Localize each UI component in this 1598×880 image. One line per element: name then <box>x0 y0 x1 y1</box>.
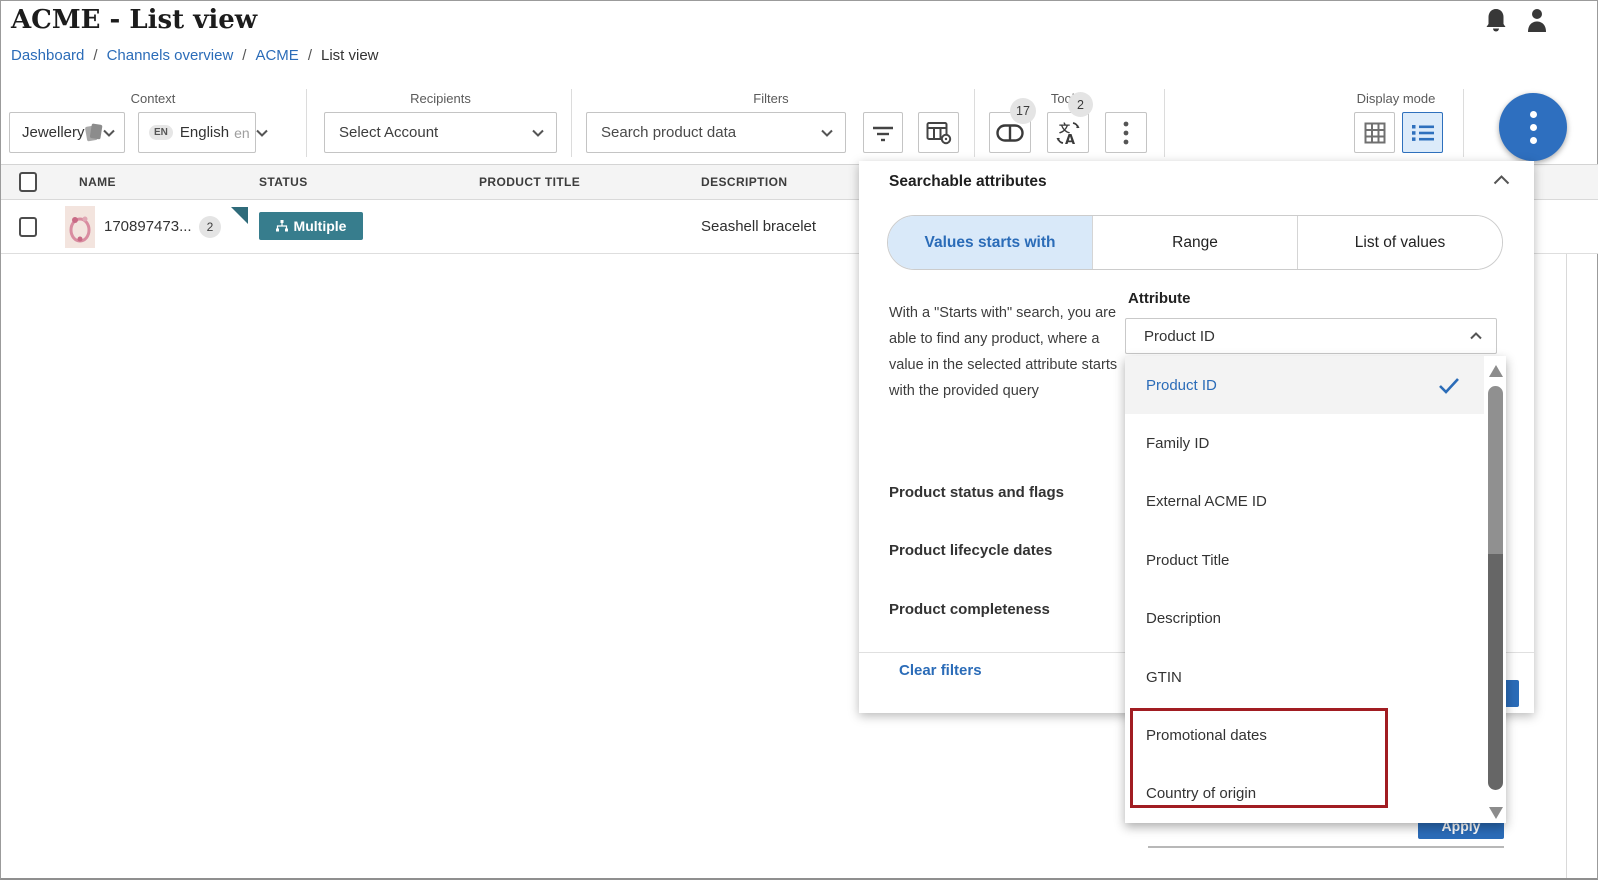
scrollbar-thumb-lower[interactable] <box>1488 554 1503 790</box>
search-mode-tabs: Values starts with Range List of values <box>887 215 1503 270</box>
context-group-label: Context <box>9 91 297 106</box>
select-all-checkbox[interactable] <box>19 172 37 192</box>
attribute-option-description[interactable]: Description <box>1125 590 1484 648</box>
attribute-option-external-acme-id[interactable]: External ACME ID <box>1125 473 1484 531</box>
column-header-name[interactable]: NAME <box>79 175 116 189</box>
translate-button[interactable]: 文 A <box>1047 112 1089 153</box>
list-view-icon <box>1411 123 1435 143</box>
filter-list-button[interactable] <box>863 112 903 153</box>
display-mode-group-label: Display mode <box>1341 91 1451 106</box>
filters-group-label: Filters <box>586 91 956 106</box>
multiple-status-icon <box>276 220 288 232</box>
variant-count-badge: 2 <box>199 216 221 238</box>
tab-values-starts-with[interactable]: Values starts with <box>888 216 1093 269</box>
chevron-down-icon <box>821 129 833 137</box>
product-thumbnail[interactable] <box>65 206 95 248</box>
product-description: Seashell bracelet <box>701 218 816 235</box>
compare-toggle-icon <box>996 124 1024 142</box>
attribute-option-family-id[interactable]: Family ID <box>1125 414 1484 472</box>
column-header-description[interactable]: DESCRIPTION <box>701 175 787 189</box>
scrollbar-up-arrow-icon[interactable] <box>1489 365 1503 377</box>
section-product-lifecycle-dates[interactable]: Product lifecycle dates <box>889 542 1052 559</box>
breadcrumb-channels-overview[interactable]: Channels overview <box>107 47 234 64</box>
recipients-group-label: Recipients <box>324 91 557 106</box>
toolbar-divider <box>1463 89 1464 157</box>
svg-text:A: A <box>1065 133 1075 146</box>
toolbar-divider <box>571 89 572 157</box>
attribute-field-label: Attribute <box>1128 290 1191 307</box>
table-columns-gear-icon <box>926 121 952 145</box>
app-window: ACME - List view Dashboard / Channels ov… <box>0 0 1598 880</box>
breadcrumb-separator: / <box>242 47 246 64</box>
toolbar-divider <box>974 89 975 157</box>
attribute-option-product-id[interactable]: Product ID <box>1125 356 1484 414</box>
list-view-button[interactable] <box>1402 112 1443 153</box>
breadcrumb-separator: / <box>308 47 312 64</box>
product-search-select[interactable]: Search product data <box>586 112 846 153</box>
translate-icon: 文 A <box>1055 120 1081 146</box>
search-mode-description: With a "Starts with" search, you are abl… <box>889 300 1131 404</box>
chevron-down-icon <box>103 129 115 137</box>
section-product-completeness[interactable]: Product completeness <box>889 601 1050 618</box>
translate-count-badge: 2 <box>1068 92 1093 117</box>
selected-check-icon <box>1438 377 1460 394</box>
attribute-option-gtin[interactable]: GTIN <box>1125 648 1484 706</box>
page-title: ACME - List view <box>11 5 257 35</box>
breadcrumb-acme[interactable]: ACME <box>255 47 298 64</box>
scrollbar-thumb-upper[interactable] <box>1488 386 1503 554</box>
toolbar-divider <box>1164 89 1165 157</box>
floating-actions-button[interactable] <box>1499 93 1567 161</box>
row-checkbox[interactable] <box>19 217 37 237</box>
language-code-suffix: en <box>234 125 250 141</box>
attribute-select[interactable]: Product ID <box>1125 318 1497 354</box>
row-corner-flag <box>231 207 248 224</box>
status-badge-label: Multiple <box>294 218 347 234</box>
filter-list-icon <box>872 124 894 142</box>
language-code-badge: EN <box>149 125 173 140</box>
kebab-menu-icon <box>1123 121 1129 145</box>
fab-dots-icon <box>1530 111 1537 118</box>
account-select-value: Select Account <box>339 124 438 141</box>
tab-list-of-values[interactable]: List of values <box>1298 216 1502 269</box>
query-input-underline <box>1148 846 1504 848</box>
collapse-panel-icon[interactable] <box>1493 175 1510 185</box>
scrollbar-down-arrow-icon[interactable] <box>1489 807 1503 819</box>
product-name[interactable]: 170897473... <box>104 218 192 235</box>
attribute-option-product-title[interactable]: Product Title <box>1125 531 1484 589</box>
channel-select[interactable]: Jewellery <box>9 112 125 153</box>
content-right-border <box>1566 164 1567 878</box>
more-tools-button[interactable] <box>1105 112 1147 153</box>
clear-filters-link[interactable]: Clear filters <box>899 662 982 679</box>
chevron-down-icon <box>256 129 268 137</box>
toolbar-divider <box>306 89 307 157</box>
dropdown-scrollbar[interactable] <box>1487 356 1505 823</box>
user-profile-icon[interactable] <box>1525 7 1549 34</box>
annotation-highlight-box <box>1130 708 1388 808</box>
tools-group-label: Tools <box>986 91 1146 106</box>
breadcrumb: Dashboard / Channels overview / ACME / L… <box>11 47 379 64</box>
attribute-select-value: Product ID <box>1144 328 1215 345</box>
breadcrumb-current: List view <box>321 47 379 64</box>
panel-title: Searchable attributes <box>889 173 1047 191</box>
notifications-bell-icon[interactable] <box>1484 7 1508 34</box>
column-settings-button[interactable] <box>918 112 959 153</box>
column-header-status[interactable]: STATUS <box>259 175 308 189</box>
account-select[interactable]: Select Account <box>324 112 557 153</box>
grid-view-button[interactable] <box>1354 112 1395 153</box>
column-header-product-title[interactable]: PRODUCT TITLE <box>479 175 580 189</box>
chevron-down-icon <box>532 129 544 137</box>
channel-select-value: Jewellery <box>22 124 85 141</box>
grid-view-icon <box>1364 122 1386 144</box>
compare-count-badge: 17 <box>1010 98 1036 124</box>
breadcrumb-dashboard[interactable]: Dashboard <box>11 47 84 64</box>
channel-cards-icon <box>85 122 103 143</box>
section-product-status-and-flags[interactable]: Product status and flags <box>889 484 1064 501</box>
language-select-value: English <box>180 124 229 141</box>
breadcrumb-separator: / <box>93 47 97 64</box>
product-search-value: Search product data <box>601 124 736 141</box>
chevron-up-icon <box>1470 332 1482 340</box>
language-select[interactable]: EN English en <box>138 112 256 153</box>
tab-range[interactable]: Range <box>1093 216 1298 269</box>
status-badge: Multiple <box>259 212 363 240</box>
